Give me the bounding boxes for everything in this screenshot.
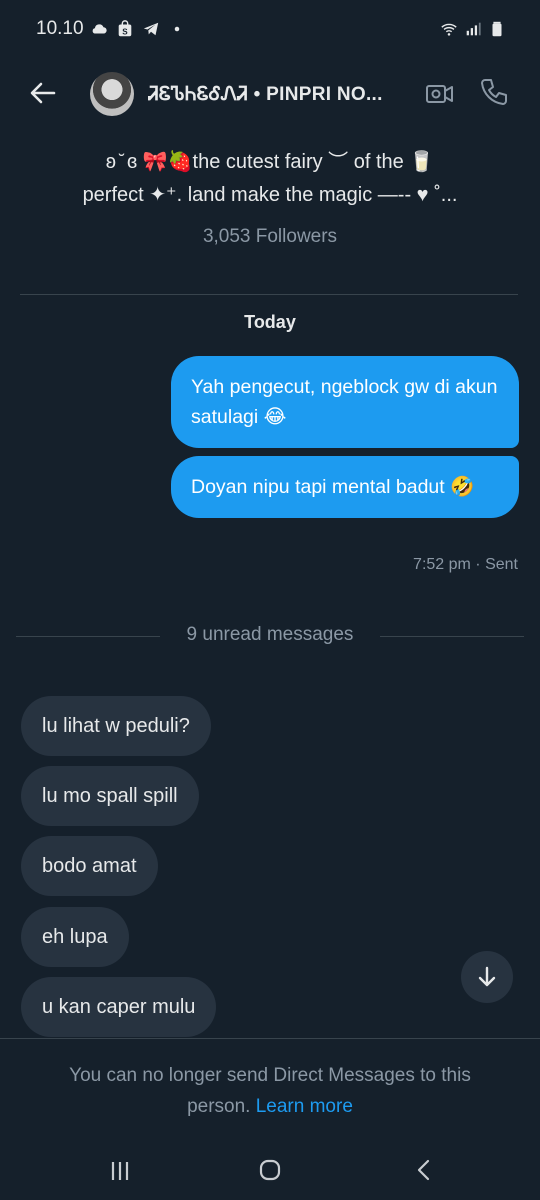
cloud-icon: [92, 24, 107, 34]
unread-label: 9 unread messages: [186, 624, 354, 645]
telegram-icon: [143, 22, 159, 36]
battery-icon: [492, 21, 502, 37]
unread-divider-right: [380, 636, 524, 637]
received-message-bubble[interactable]: lu mo spall spill: [21, 766, 199, 826]
dm-screen: 10.10 S ᏘᏋᏖᏂᏋᎴᏁᏘ • PINPRI NO... ʚ ̆ ɞ 🎀🍓…: [0, 0, 540, 1200]
nav-back-icon[interactable]: [412, 1158, 436, 1182]
signal-icon: [466, 22, 481, 36]
back-arrow-icon[interactable]: [26, 76, 60, 110]
unread-separator: 9 unread messages: [16, 624, 524, 650]
dot-icon: [174, 26, 180, 32]
followers-count[interactable]: 3,053 Followers: [0, 226, 540, 248]
status-bar: 10.10 S: [0, 0, 540, 60]
avatar[interactable]: [90, 72, 134, 116]
video-call-icon[interactable]: [424, 78, 456, 110]
system-nav-bar: [0, 1140, 540, 1200]
scroll-to-bottom-button[interactable]: [461, 951, 513, 1003]
learn-more-link[interactable]: Learn more: [256, 1096, 353, 1117]
status-system-icons: [440, 20, 506, 38]
sent-message-bubble[interactable]: Doyan nipu tapi mental badut 🤣: [171, 456, 519, 518]
received-message-bubble[interactable]: u kan caper mulu: [21, 977, 217, 1037]
status-notification-icons: S: [90, 20, 186, 38]
home-icon[interactable]: [258, 1158, 282, 1182]
bio-line-2: perfect ✦⁺. land make the magic —-- ♥ ˚.…: [82, 184, 458, 206]
conversation-header: ᏘᏋᏖᏂᏋᎴᏁᏘ • PINPRI NO...: [0, 62, 540, 124]
bio-line-1: ʚ ̆ ɞ 🎀🍓the cutest fairy ︶ of the 🥛: [105, 151, 435, 173]
received-message-bubble[interactable]: bodo amat: [21, 836, 158, 896]
dm-disabled-notice: You can no longer send Direct Messages t…: [40, 1060, 500, 1122]
wifi-icon: [441, 23, 457, 36]
received-message-bubble[interactable]: eh lupa: [21, 907, 129, 967]
sent-message-bubble[interactable]: Yah pengecut, ngeblock gw di akun satula…: [171, 356, 519, 448]
shop-icon: S: [118, 20, 132, 36]
profile-bio: ʚ ̆ ɞ 🎀🍓the cutest fairy ︶ of the 🥛 perf…: [30, 146, 510, 212]
day-label: Today: [244, 312, 296, 332]
received-message-bubble[interactable]: lu lihat w peduli?: [21, 696, 211, 756]
message-timestamp: 7:52 pm · Sent: [413, 556, 518, 573]
arrow-down-icon: [478, 966, 496, 987]
footer-divider: [0, 1038, 540, 1039]
profile-divider: [20, 294, 518, 295]
recent-apps-icon[interactable]: [108, 1160, 132, 1182]
contact-name[interactable]: ᏘᏋᏖᏂᏋᎴᏁᏘ • PINPRI NO...: [148, 84, 410, 106]
svg-text:S: S: [122, 27, 128, 36]
phone-icon[interactable]: [478, 76, 510, 108]
status-time: 10.10: [36, 18, 84, 39]
